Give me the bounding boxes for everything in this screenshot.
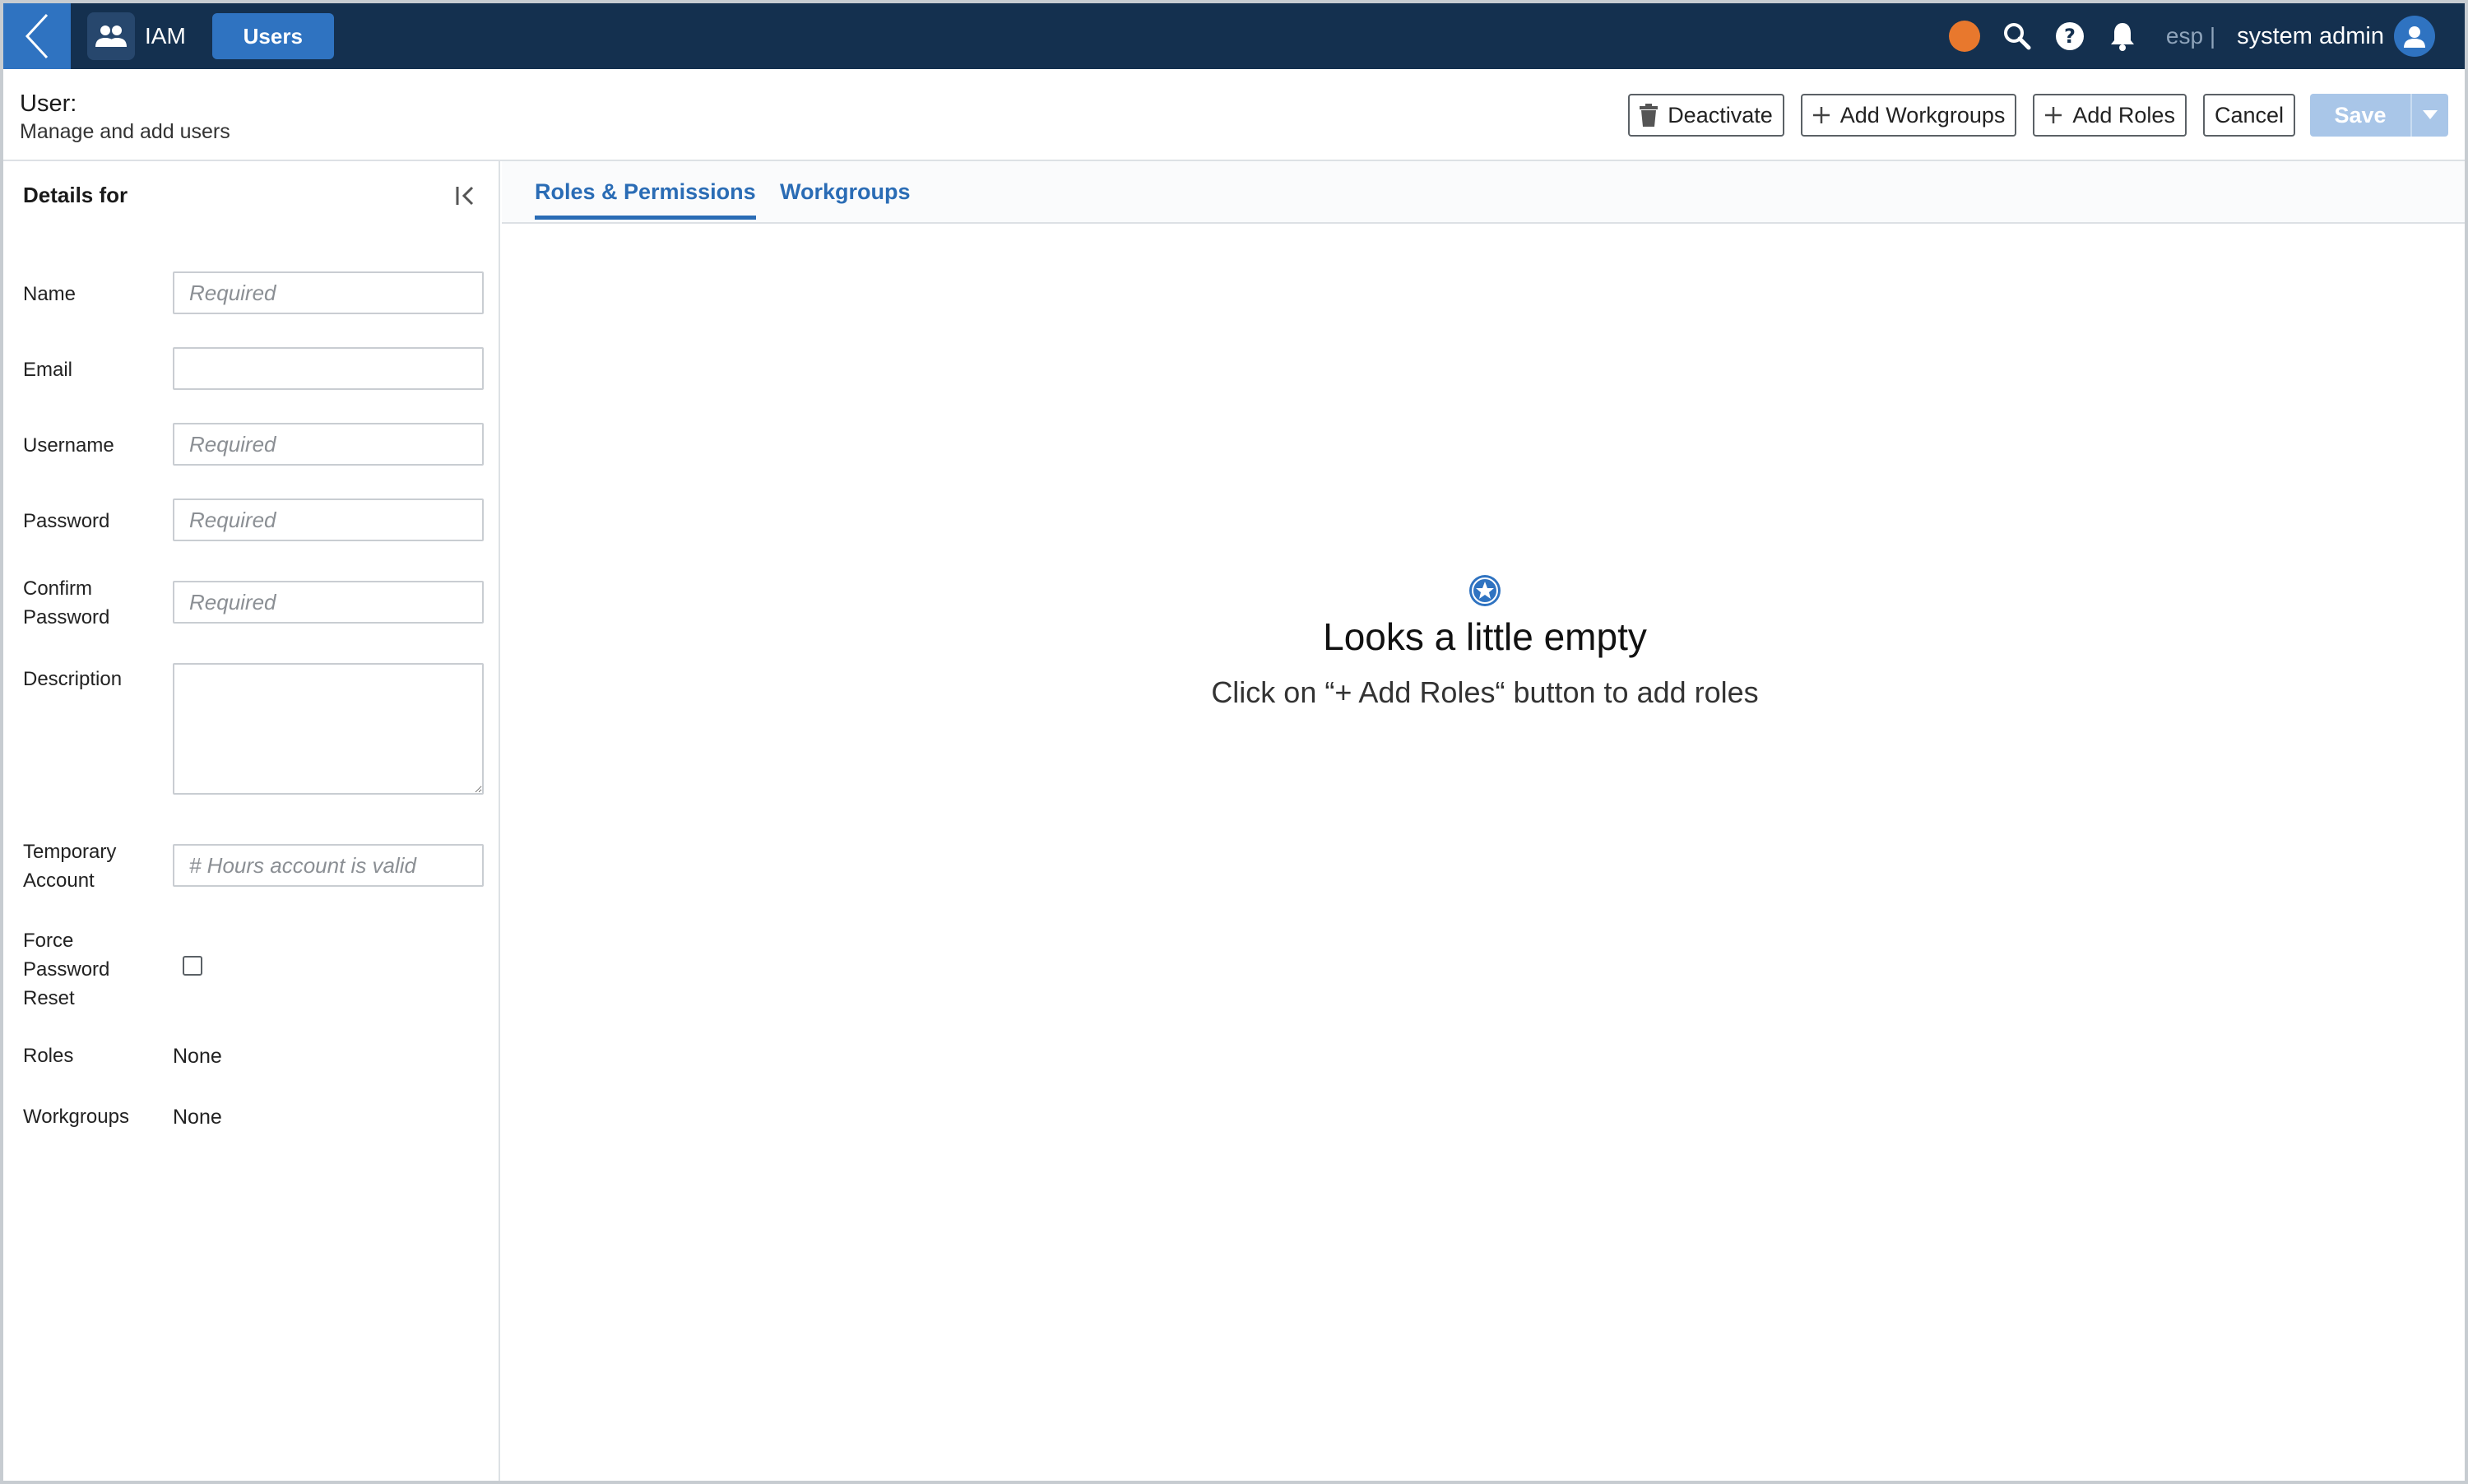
- roles-label: Roles: [23, 1045, 74, 1067]
- tab-bar: Roles & Permissions Workgroups: [502, 161, 2465, 224]
- empty-state-message: Click on “+ Add Roles“ button to add rol…: [1211, 675, 1759, 709]
- trash-icon: [1640, 104, 1658, 127]
- add-roles-button[interactable]: Add Roles: [2033, 94, 2187, 137]
- save-split-button: Save: [2310, 94, 2448, 137]
- workgroups-label: Workgroups: [23, 1106, 129, 1128]
- deactivate-label: Deactivate: [1668, 102, 1773, 128]
- name-input[interactable]: [173, 271, 484, 314]
- force-password-reset-label: Force Password Reset: [23, 926, 109, 1013]
- empty-state-title: Looks a little empty: [1323, 615, 1647, 658]
- force-password-reset-label-line3: Reset: [23, 987, 75, 1009]
- temporary-account-label-line2: Account: [23, 870, 95, 892]
- password-label: Password: [23, 510, 110, 532]
- page-header: User: Manage and add users Deactivate Ad…: [3, 69, 2465, 161]
- plus-icon: [1812, 106, 1830, 124]
- module-users-button[interactable]: Users: [211, 13, 334, 59]
- plus-icon: [2044, 106, 2062, 124]
- force-password-reset-label-line1: Force: [23, 930, 74, 952]
- workgroups-value: None: [173, 1106, 222, 1129]
- email-label: Email: [23, 359, 73, 381]
- username-label: Username: [23, 434, 114, 457]
- confirm-password-label-line2: Password: [23, 606, 110, 628]
- topbar-right-group: ? esp | system admin: [1948, 3, 2435, 69]
- users-icon[interactable]: [87, 12, 135, 60]
- user-avatar-icon[interactable]: [2394, 16, 2435, 57]
- save-button[interactable]: Save: [2310, 94, 2410, 137]
- svg-text:?: ?: [2064, 25, 2076, 48]
- search-icon[interactable]: [2002, 21, 2033, 52]
- force-password-reset-checkbox[interactable]: [183, 956, 202, 976]
- star-badge-icon: [1468, 574, 1501, 607]
- user-name[interactable]: system admin: [2237, 23, 2384, 50]
- force-password-reset-label-line2: Password: [23, 958, 110, 981]
- confirm-password-label-line1: Confirm: [23, 577, 93, 600]
- save-options-button[interactable]: [2410, 94, 2448, 137]
- confirm-password-label: Confirm Password: [23, 574, 109, 632]
- help-icon[interactable]: ?: [2054, 21, 2085, 52]
- tab-workgroups[interactable]: Workgroups: [780, 179, 911, 205]
- description-textarea[interactable]: [173, 663, 484, 795]
- deactivate-button[interactable]: Deactivate: [1628, 94, 1784, 137]
- tab-roles-permissions[interactable]: Roles & Permissions: [535, 179, 756, 220]
- app-name: IAM: [145, 23, 186, 49]
- roles-value: None: [173, 1045, 222, 1068]
- caret-down-icon: [2423, 110, 2438, 119]
- temporary-account-input[interactable]: [173, 844, 484, 887]
- password-input[interactable]: [173, 499, 484, 541]
- name-label: Name: [23, 283, 77, 305]
- confirm-password-input[interactable]: [173, 581, 484, 624]
- add-workgroups-button[interactable]: Add Workgroups: [1800, 94, 2017, 137]
- description-label: Description: [23, 668, 123, 690]
- details-panel: Details for Name Email Username Password…: [3, 161, 500, 1481]
- app-window: IAM Users ? esp | system admin User: Man…: [0, 0, 2468, 1484]
- email-input[interactable]: [173, 347, 484, 390]
- back-chevron-icon: [25, 13, 49, 59]
- main-content: Roles & Permissions Workgroups Looks a l…: [502, 161, 2465, 1481]
- header-actions: Deactivate Add Workgroups Add Roles Canc…: [1612, 94, 2448, 137]
- temporary-account-label-line1: Temporary: [23, 841, 117, 863]
- details-title: Details for: [23, 183, 128, 207]
- language-selector[interactable]: esp |: [2166, 23, 2215, 49]
- empty-state: Looks a little empty Click on “+ Add Rol…: [502, 574, 2465, 710]
- username-input[interactable]: [173, 423, 484, 466]
- bell-icon[interactable]: [2107, 21, 2138, 52]
- cancel-button[interactable]: Cancel: [2202, 94, 2295, 137]
- page-title: User:: [20, 90, 77, 117]
- top-navigation-bar: IAM Users ? esp | system admin: [3, 3, 2465, 69]
- add-roles-label: Add Roles: [2072, 102, 2175, 128]
- temporary-account-label: Temporary Account: [23, 837, 116, 895]
- collapse-panel-icon[interactable]: [454, 184, 477, 211]
- status-indicator-icon[interactable]: [1948, 21, 1980, 52]
- back-button[interactable]: [3, 3, 71, 69]
- add-workgroups-label: Add Workgroups: [1839, 102, 2006, 128]
- page-subtitle: Manage and add users: [20, 120, 230, 143]
